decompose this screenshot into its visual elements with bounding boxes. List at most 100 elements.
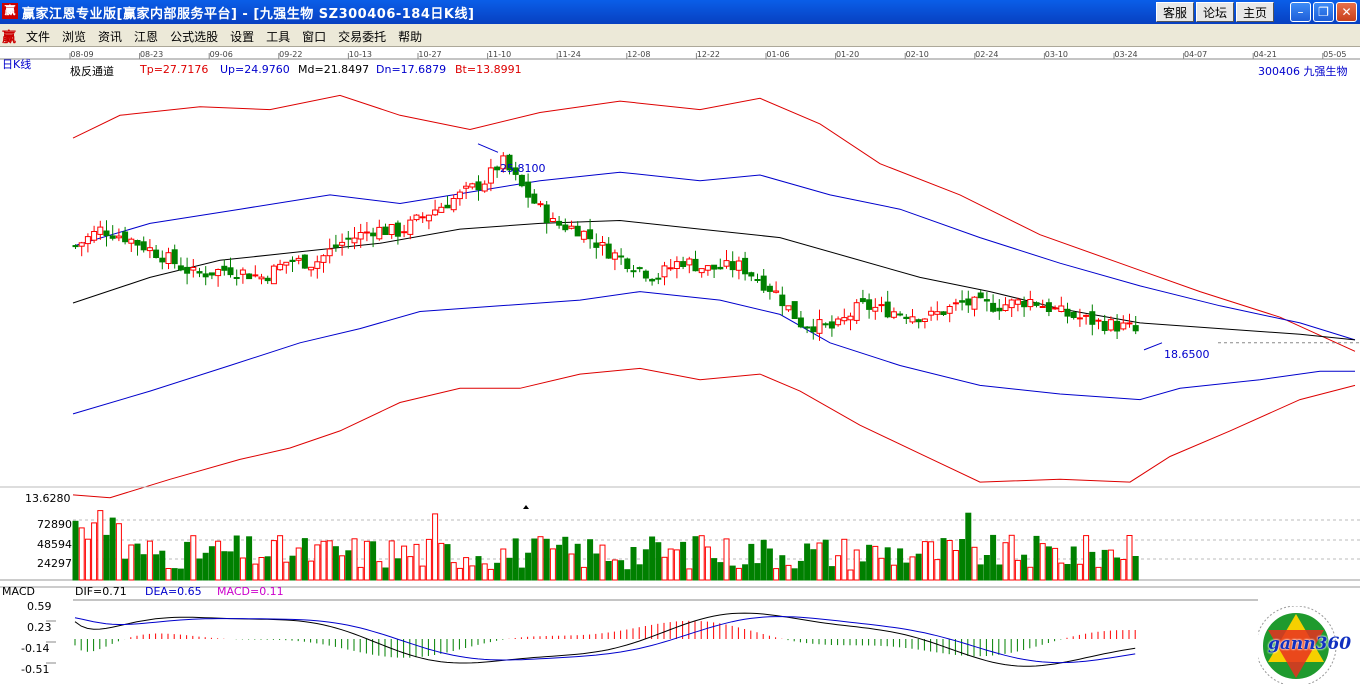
candle-body (537, 203, 544, 206)
candle-body (146, 247, 153, 252)
volume-bar (370, 541, 377, 581)
date-label: 11-24 (558, 50, 581, 59)
menu-info[interactable]: 资讯 (98, 28, 122, 45)
menu-file[interactable]: 文件 (26, 28, 50, 45)
candle-body (773, 290, 780, 293)
volume-bar (1126, 535, 1133, 581)
candle-body (760, 275, 767, 291)
candle-body (326, 248, 333, 257)
candle-body (562, 224, 569, 231)
candle-body (791, 301, 798, 320)
volume-bar (704, 546, 711, 581)
volume-bar (996, 564, 1003, 581)
candle-body (742, 257, 749, 275)
menu-settings[interactable]: 设置 (230, 28, 254, 45)
menu-browse[interactable]: 浏览 (62, 28, 86, 45)
candle-body (289, 259, 296, 263)
candle-body (165, 252, 172, 264)
volume-bar (512, 538, 519, 581)
candle-body (915, 319, 922, 323)
candle-body (711, 264, 718, 270)
candle-body (959, 300, 966, 303)
menu-formula-pick[interactable]: 公式选股 (170, 28, 218, 45)
tp-line (72, 94, 1356, 352)
candle-body (425, 214, 432, 222)
candle-body (1027, 299, 1034, 308)
volume-bar (1033, 535, 1040, 581)
chart-area[interactable]: 08-09 08-23 09-06 09-22 10-13 10-27 11-10 11-24… (0, 47, 1360, 688)
high-price-mark: 25.8100 (500, 162, 546, 175)
menu-logo-icon: 赢 (2, 30, 16, 46)
volume-bar (1095, 566, 1102, 581)
menu-trade[interactable]: 交易委托 (338, 28, 386, 45)
candle-body (171, 249, 178, 265)
candle-body (568, 225, 575, 229)
candle-body (642, 270, 649, 279)
date-label: 10-27 (418, 50, 441, 59)
candle-body (314, 261, 321, 269)
candle-body (996, 307, 1003, 312)
close-icon[interactable]: ✕ (1336, 2, 1357, 22)
volume-bar (568, 553, 575, 581)
candle-body (308, 266, 315, 271)
volume-bar (463, 557, 470, 581)
md-value: Md=21.8497 (298, 63, 370, 76)
cursor-marker-icon (523, 505, 529, 509)
volume-bar (103, 534, 110, 581)
candle-body (115, 235, 122, 239)
candle-body (202, 273, 209, 278)
candle-body (1052, 307, 1059, 310)
candle-body (1107, 319, 1114, 331)
volume-bar (487, 568, 494, 581)
volume-bar (779, 555, 786, 581)
menu-tools[interactable]: 工具 (266, 28, 290, 45)
k-line-chart[interactable]: 08-09 08-23 09-06 09-22 10-13 10-27 11-10 11-24… (0, 47, 1360, 688)
candle-body (1021, 301, 1028, 308)
volume-bar (921, 541, 928, 581)
candle-body (797, 317, 804, 328)
forum-button[interactable]: 论坛 (1196, 2, 1234, 22)
menu-window[interactable]: 窗口 (302, 28, 326, 45)
date-label: 12-22 (697, 50, 720, 59)
volume-bar (680, 541, 687, 581)
candle-body (456, 191, 463, 200)
candle-body (363, 231, 370, 234)
volume-bar (215, 540, 222, 581)
home-button[interactable]: 主页 (1236, 2, 1274, 22)
date-label: 02-24 (975, 50, 998, 59)
volume-bar (295, 547, 302, 581)
candle-body (1045, 302, 1052, 312)
volume-bar (444, 544, 451, 581)
candle-body (264, 277, 271, 282)
restore-icon[interactable]: ❐ (1313, 2, 1334, 22)
volume-bar (1089, 551, 1096, 581)
volume-bar (580, 566, 587, 581)
candle-body (729, 261, 736, 271)
minimize-icon[interactable]: – (1290, 2, 1311, 22)
menu-gann[interactable]: 江恩 (134, 28, 158, 45)
volume-bar (1070, 546, 1077, 581)
candle-body (357, 232, 364, 240)
menu-help[interactable]: 帮助 (398, 28, 422, 45)
volume-bar (692, 536, 699, 581)
volume-bar (159, 550, 166, 581)
volume-bar (438, 542, 445, 581)
volume-bar (977, 564, 984, 581)
candle-body (1064, 308, 1071, 317)
volume-bar (246, 536, 253, 581)
volume-bar (270, 540, 277, 581)
volume-tick-2: 48594 (37, 538, 72, 551)
volume-bar (134, 543, 141, 581)
volume-bar (339, 555, 346, 581)
price-pane (0, 94, 1360, 509)
candle-body (215, 269, 222, 277)
volume-bar (301, 538, 308, 581)
candle-body (940, 311, 947, 315)
candle-body (1120, 322, 1127, 330)
volume-bar (388, 540, 395, 581)
candle-body (376, 226, 383, 240)
candle-body (785, 305, 792, 311)
volume-bar (797, 560, 804, 581)
macd-tick-1: 0.59 (27, 600, 52, 613)
service-button[interactable]: 客服 (1156, 2, 1194, 22)
